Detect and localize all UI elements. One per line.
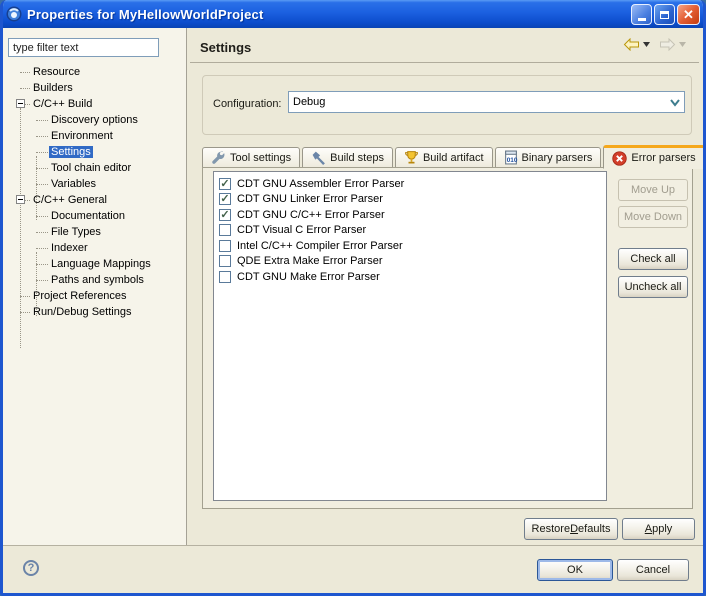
sidebar-item-file-types[interactable]: File Types <box>3 224 186 240</box>
list-item[interactable]: CDT Visual C Error Parser <box>214 223 606 239</box>
configuration-select[interactable]: Debug <box>288 91 685 113</box>
back-arrow-icon[interactable] <box>623 38 640 51</box>
apply-button[interactable]: Apply <box>622 518 695 540</box>
error-parsers-panel: ✓CDT GNU Assembler Error Parser ✓CDT GNU… <box>202 167 693 509</box>
parser-list[interactable]: ✓CDT GNU Assembler Error Parser ✓CDT GNU… <box>213 171 607 501</box>
trophy-icon <box>404 150 419 165</box>
sidebar-item-discovery-options[interactable]: Discovery options <box>3 112 186 128</box>
tab-build-artifact[interactable]: Build artifact <box>395 147 493 168</box>
sidebar-item-indexer[interactable]: Indexer <box>3 240 186 256</box>
header-divider <box>190 62 699 63</box>
sidebar-item-project-references[interactable]: Project References <box>3 288 186 304</box>
list-item[interactable]: CDT GNU Make Error Parser <box>214 269 606 285</box>
checkbox[interactable] <box>219 255 231 267</box>
sidebar-item-settings[interactable]: Settings <box>3 144 186 160</box>
svg-text:010: 010 <box>506 157 517 164</box>
sidebar-item-environment[interactable]: Environment <box>3 128 186 144</box>
forward-arrow-icon <box>659 38 676 51</box>
close-button[interactable]: ✕ <box>677 4 700 25</box>
properties-dialog: Properties for MyHellowWorldProject ✕ Re… <box>0 0 706 596</box>
page-title: Settings <box>200 40 251 55</box>
list-item[interactable]: QDE Extra Make Error Parser <box>214 254 606 270</box>
tab-binary-parsers[interactable]: 010 Binary parsers <box>495 147 602 168</box>
help-icon[interactable]: ? <box>23 560 39 576</box>
ok-button[interactable]: OK <box>537 559 613 581</box>
panel-divider <box>186 28 187 545</box>
sidebar-tree: Resource Builders C/C++ Build Discovery … <box>3 64 186 320</box>
checkbox[interactable]: ✓ <box>219 193 231 205</box>
checkbox[interactable] <box>219 240 231 252</box>
error-icon <box>612 151 627 166</box>
check-all-button[interactable]: Check all <box>618 248 688 270</box>
sidebar-item-paths-and-symbols[interactable]: Paths and symbols <box>3 272 186 288</box>
sidebar-item-resource[interactable]: Resource <box>3 64 186 80</box>
forward-dropdown-icon <box>679 42 686 47</box>
checkbox[interactable] <box>219 271 231 283</box>
hammer-icon <box>311 150 326 165</box>
binary-icon: 010 <box>504 150 518 165</box>
checkbox[interactable]: ✓ <box>219 178 231 190</box>
tab-bar: Tool settings Build steps Build artifact <box>202 144 706 168</box>
footer-divider <box>3 545 703 546</box>
sidebar-item-tool-chain-editor[interactable]: Tool chain editor <box>3 160 186 176</box>
checkbox[interactable]: ✓ <box>219 209 231 221</box>
eclipse-app-icon <box>6 6 22 22</box>
sidebar-item-cpp-build[interactable]: C/C++ Build <box>3 96 186 112</box>
sidebar-item-cpp-general[interactable]: C/C++ General <box>3 192 186 208</box>
configuration-group: Configuration: Debug <box>202 75 692 135</box>
configuration-label: Configuration: <box>213 98 282 110</box>
filter-input[interactable] <box>8 38 159 57</box>
list-item[interactable]: ✓CDT GNU Assembler Error Parser <box>214 176 606 192</box>
list-item[interactable]: Intel C/C++ Compiler Error Parser <box>214 238 606 254</box>
cancel-button[interactable]: Cancel <box>617 559 689 581</box>
move-up-button: Move Up <box>618 179 688 201</box>
sidebar-item-run-debug-settings[interactable]: Run/Debug Settings <box>3 304 186 320</box>
restore-defaults-button[interactable]: Restore Defaults <box>524 518 618 540</box>
checkbox[interactable] <box>219 224 231 236</box>
sidebar-item-documentation[interactable]: Documentation <box>3 208 186 224</box>
titlebar[interactable]: Properties for MyHellowWorldProject ✕ <box>0 0 706 28</box>
wrench-icon <box>211 150 226 165</box>
sidebar-item-language-mappings[interactable]: Language Mappings <box>3 256 186 272</box>
list-item[interactable]: ✓CDT GNU Linker Error Parser <box>214 192 606 208</box>
tab-tool-settings[interactable]: Tool settings <box>202 147 300 168</box>
sidebar-item-builders[interactable]: Builders <box>3 80 186 96</box>
window-title: Properties for MyHellowWorldProject <box>27 7 263 22</box>
dialog-content: Resource Builders C/C++ Build Discovery … <box>3 28 703 593</box>
tab-build-steps[interactable]: Build steps <box>302 147 393 168</box>
configuration-value: Debug <box>293 96 325 108</box>
tab-error-parsers[interactable]: Error parsers <box>603 145 704 169</box>
back-dropdown-icon[interactable] <box>643 42 650 47</box>
uncheck-all-button[interactable]: Uncheck all <box>618 276 688 298</box>
sidebar-item-variables[interactable]: Variables <box>3 176 186 192</box>
combo-dropdown-icon[interactable] <box>669 98 681 107</box>
collapse-toggle-icon[interactable] <box>16 195 25 204</box>
move-down-button: Move Down <box>618 206 688 228</box>
collapse-toggle-icon[interactable] <box>16 99 25 108</box>
list-item[interactable]: ✓CDT GNU C/C++ Error Parser <box>214 207 606 223</box>
minimize-button[interactable] <box>631 4 652 25</box>
maximize-button[interactable] <box>654 4 675 25</box>
